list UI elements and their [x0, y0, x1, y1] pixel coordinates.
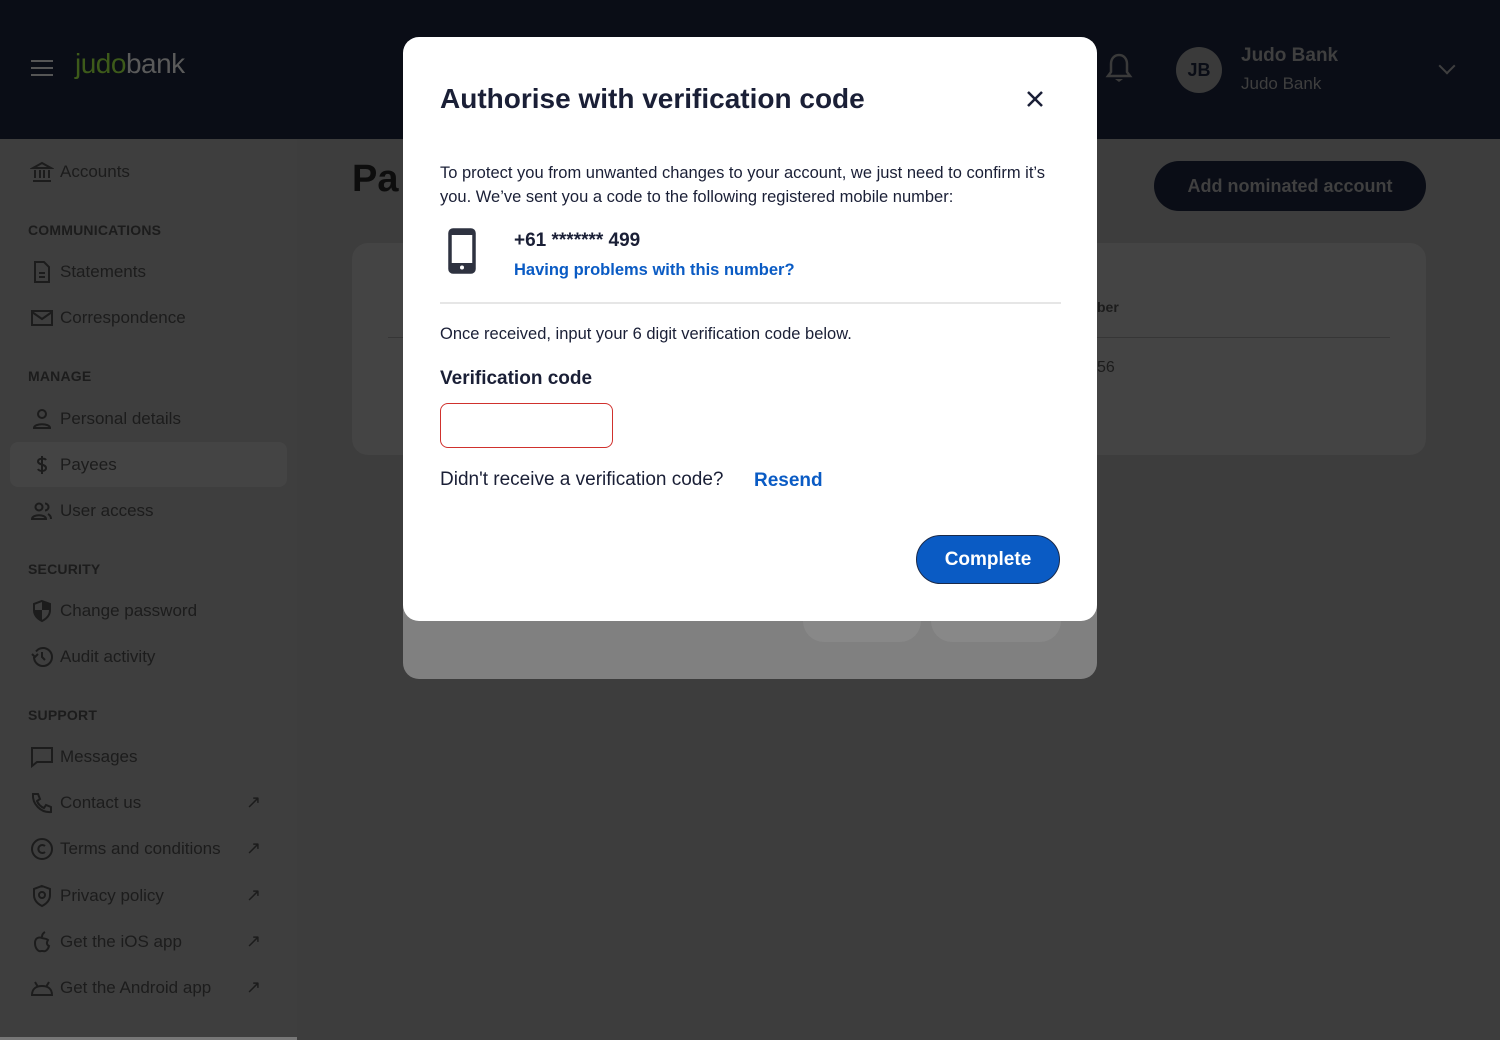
sidebar-item-audit-activity[interactable]: Audit activity [10, 634, 287, 679]
add-nominated-account-button[interactable]: Add nominated account [1154, 161, 1426, 211]
section-support: SUPPORT [28, 707, 98, 723]
number-problem-link[interactable]: Having problems with this number? [514, 261, 795, 280]
user-subtitle: Judo Bank [1241, 74, 1322, 93]
external-link-icon: ↗ [246, 885, 262, 905]
sidebar-item-personal-details[interactable]: Personal details [10, 396, 287, 441]
sidebar-item-payees[interactable]: Payees [10, 442, 287, 487]
section-communications: COMMUNICATIONS [28, 222, 162, 238]
hamburger-menu-icon[interactable] [31, 60, 53, 76]
mobile-phone-icon [448, 228, 476, 274]
close-icon[interactable] [1023, 87, 1047, 111]
external-link-icon: ↗ [246, 792, 262, 812]
sidebar-item-accounts[interactable]: Accounts [10, 149, 287, 194]
resend-prompt: Didn't receive a verification code? [440, 469, 724, 490]
person-icon [32, 408, 52, 429]
sidebar-item-change-password[interactable]: Change password [10, 588, 287, 633]
verification-modal: Authorise with verification code To prot… [403, 37, 1097, 621]
page-title: Pa [352, 158, 399, 200]
apple-icon [33, 930, 51, 952]
copyright-icon [31, 837, 53, 860]
judobank-logo[interactable]: judobank [75, 48, 185, 80]
resend-link[interactable]: Resend [754, 470, 823, 492]
chat-icon [31, 746, 53, 768]
verification-code-label: Verification code [440, 368, 593, 389]
dollar-icon [36, 455, 48, 474]
sidebar-item-correspondence[interactable]: Correspondence [10, 295, 287, 340]
section-manage: MANAGE [28, 368, 92, 384]
sidebar-item-messages[interactable]: Messages [10, 734, 287, 779]
sidebar-item-privacy[interactable]: Privacy policy ↗ [10, 873, 287, 918]
sidebar-item-ios-app[interactable]: Get the iOS app ↗ [10, 919, 287, 964]
user-name: Judo Bank [1241, 45, 1339, 66]
verification-code-input[interactable] [440, 403, 613, 448]
column-header: ber [1097, 299, 1119, 315]
users-icon [30, 502, 52, 520]
sidebar-item-android-app[interactable]: Get the Android app ↗ [10, 965, 287, 1010]
history-icon [31, 646, 53, 667]
table-cell: 56 [1097, 359, 1115, 376]
external-link-icon: ↗ [246, 838, 262, 858]
divider [440, 302, 1061, 304]
envelope-icon [31, 309, 53, 326]
modal-title: Authorise with verification code [440, 83, 865, 114]
shield-icon [33, 599, 51, 622]
bell-icon[interactable] [1104, 52, 1134, 86]
instruction-text: Once received, input your 6 digit verifi… [440, 325, 852, 343]
sidebar-item-contact-us[interactable]: Contact us ↗ [10, 780, 287, 825]
modal-description: To protect you from unwanted changes to … [440, 164, 1046, 206]
sidebar-item-terms[interactable]: Terms and conditions ↗ [10, 826, 287, 871]
avatar[interactable]: JB [1176, 47, 1222, 93]
document-icon [34, 260, 50, 283]
sidebar: Accounts COMMUNICATIONS Statements Corre… [0, 139, 297, 1040]
external-link-icon: ↗ [246, 931, 262, 951]
external-link-icon: ↗ [246, 977, 262, 997]
complete-button[interactable]: Complete [916, 535, 1060, 584]
sidebar-item-user-access[interactable]: User access [10, 488, 287, 533]
phone-icon [31, 792, 52, 813]
masked-phone-number: +61 ******* 499 [514, 230, 641, 251]
sidebar-item-statements[interactable]: Statements [10, 249, 287, 294]
section-security: SECURITY [28, 561, 101, 577]
privacy-shield-icon [33, 884, 51, 907]
chevron-down-icon[interactable] [1438, 57, 1456, 75]
bank-icon [30, 161, 54, 182]
android-icon [30, 980, 54, 996]
